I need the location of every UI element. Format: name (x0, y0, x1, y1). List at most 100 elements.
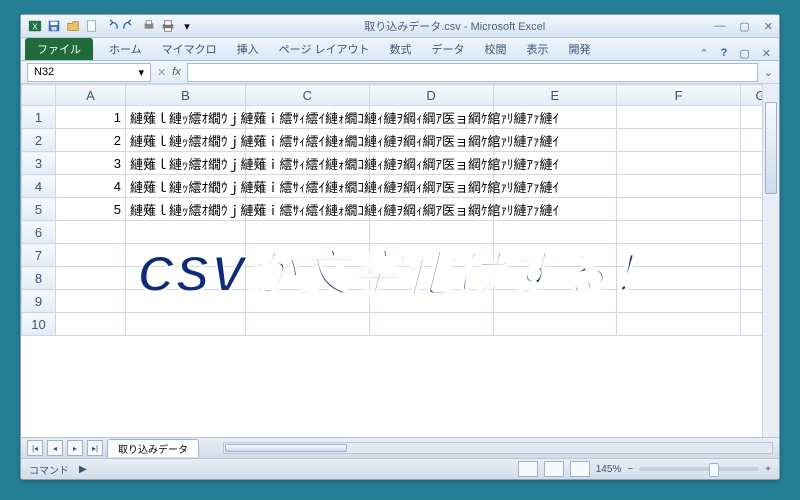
cell[interactable] (56, 221, 126, 244)
zoom-level[interactable]: 145% (596, 464, 622, 475)
scrollbar-thumb[interactable] (225, 444, 347, 452)
row-header[interactable]: 9 (22, 290, 56, 313)
cell[interactable] (493, 221, 617, 244)
vertical-scrollbar[interactable] (762, 84, 779, 437)
cell[interactable] (617, 175, 741, 198)
cell[interactable]: 縺薙ｌ縺ｯ繧ｵ繝ｳｊ縺薙ｉ繧ｻｨ繧ｲ縺ｫ繝ｺ縺ｨ縺ｦ綱ｨ綱ｱ医ョ綱ｹ綰ｧﾘ縺ｱｧ… (126, 129, 246, 152)
print-icon[interactable] (160, 18, 176, 34)
cell[interactable] (56, 290, 126, 313)
cell[interactable] (617, 313, 741, 336)
sheet-nav-last[interactable]: ▸| (87, 440, 103, 456)
normal-view-button[interactable] (518, 461, 538, 477)
row-header[interactable]: 8 (22, 267, 56, 290)
record-macro-icon[interactable]: ▶ (79, 464, 87, 475)
cell[interactable] (126, 290, 246, 313)
cell[interactable] (126, 221, 246, 244)
cell[interactable] (617, 290, 741, 313)
cell[interactable] (617, 221, 741, 244)
cell[interactable] (126, 267, 246, 290)
scrollbar-thumb[interactable] (765, 102, 777, 194)
cell[interactable]: 1 (56, 106, 126, 129)
tab-pagelayout[interactable]: ページ レイアウト (269, 38, 380, 60)
horizontal-scrollbar[interactable] (223, 442, 773, 454)
page-layout-view-button[interactable] (544, 461, 564, 477)
formula-input[interactable] (187, 63, 758, 82)
sheet-nav-prev[interactable]: ◂ (47, 440, 63, 456)
close-button[interactable]: ✕ (764, 20, 773, 33)
sheet-nav-next[interactable]: ▸ (67, 440, 83, 456)
minimize-ribbon-icon[interactable]: ⌃ (699, 47, 708, 60)
col-header[interactable]: A (56, 85, 126, 106)
cell[interactable] (369, 221, 493, 244)
cell[interactable] (617, 244, 741, 267)
cell[interactable] (493, 290, 617, 313)
tab-home[interactable]: ホーム (99, 38, 152, 60)
col-header[interactable]: C (246, 85, 370, 106)
open-icon[interactable] (65, 18, 81, 34)
cell[interactable] (493, 267, 617, 290)
cell[interactable] (617, 267, 741, 290)
cell[interactable] (493, 244, 617, 267)
select-all-corner[interactable] (22, 85, 56, 106)
sheet-nav-first[interactable]: |◂ (27, 440, 43, 456)
col-header[interactable]: B (126, 85, 246, 106)
row-header[interactable]: 1 (22, 106, 56, 129)
grid[interactable]: A B C D E F G 11縺薙ｌ縺ｯ繧ｵ繝ｳｊ縺薙ｉ繧ｻｨ繧ｲ縺ｫ繝ｺ縺ｨ… (21, 84, 779, 336)
tab-data[interactable]: データ (422, 38, 475, 60)
row-header[interactable]: 2 (22, 129, 56, 152)
fx-icon[interactable]: fx (172, 66, 181, 78)
help-icon[interactable]: ? (721, 47, 728, 60)
cell[interactable]: 3 (56, 152, 126, 175)
cell[interactable]: 縺薙ｌ縺ｯ繧ｵ繝ｳｊ縺薙ｉ繧ｻｨ繧ｲ縺ｫ繝ｺ縺ｨ縺ｦ綱ｨ綱ｱ医ョ綱ｹ綰ｧﾘ縺ｱｧ… (126, 152, 246, 175)
cell[interactable]: 縺薙ｌ縺ｯ繧ｵ繝ｳｊ縺薙ｉ繧ｻｨ繧ｲ縺ｫ繝ｺ縺ｨ縺ｦ綱ｨ綱ｱ医ョ綱ｹ綰ｧﾘ縺ｱｧ… (126, 198, 246, 221)
tab-review[interactable]: 校閲 (475, 38, 517, 60)
cancel-icon[interactable]: ✕ (157, 66, 166, 79)
col-header[interactable]: E (493, 85, 617, 106)
cell[interactable] (617, 129, 741, 152)
maximize-button[interactable]: ▢ (739, 20, 749, 33)
zoom-in-button[interactable]: + (765, 464, 771, 475)
cell[interactable] (369, 267, 493, 290)
cell[interactable] (56, 267, 126, 290)
cell[interactable] (369, 290, 493, 313)
col-header[interactable]: D (369, 85, 493, 106)
cell[interactable]: 5 (56, 198, 126, 221)
undo-icon[interactable] (103, 18, 119, 34)
cell[interactable]: 4 (56, 175, 126, 198)
file-tab[interactable]: ファイル (25, 38, 93, 60)
cell[interactable]: 縺薙ｌ縺ｯ繧ｵ繝ｳｊ縺薙ｉ繧ｻｨ繧ｲ縺ｫ繝ｺ縺ｨ縺ｦ綱ｨ綱ｱ医ョ綱ｹ綰ｧﾘ縺ｱｧ… (126, 175, 246, 198)
cell[interactable] (369, 244, 493, 267)
expand-formula-bar-icon[interactable]: ⌄ (764, 66, 773, 79)
cell[interactable] (56, 313, 126, 336)
cell[interactable] (246, 313, 370, 336)
col-header[interactable]: F (617, 85, 741, 106)
row-header[interactable]: 7 (22, 244, 56, 267)
row-header[interactable]: 6 (22, 221, 56, 244)
tab-mymacro[interactable]: マイマクロ (152, 38, 227, 60)
sheet-tab[interactable]: 取り込みデータ (107, 439, 199, 457)
tab-developer[interactable]: 開発 (559, 38, 601, 60)
print-preview-icon[interactable] (141, 18, 157, 34)
row-header[interactable]: 4 (22, 175, 56, 198)
cell[interactable] (246, 221, 370, 244)
cell[interactable]: 2 (56, 129, 126, 152)
cell[interactable] (56, 244, 126, 267)
zoom-slider[interactable] (639, 467, 759, 471)
cell[interactable] (617, 152, 741, 175)
page-break-view-button[interactable] (570, 461, 590, 477)
cell[interactable] (126, 313, 246, 336)
cell[interactable]: 縺薙ｌ縺ｯ繧ｵ繝ｳｊ縺薙ｉ繧ｻｨ繧ｲ縺ｫ繝ｺ縺ｨ縺ｦ綱ｨ綱ｱ医ョ綱ｹ綰ｧﾘ縺ｱｧ… (126, 106, 246, 129)
zoom-out-button[interactable]: − (627, 464, 633, 475)
save-icon[interactable] (46, 18, 62, 34)
redo-icon[interactable] (122, 18, 138, 34)
cell[interactable] (126, 244, 246, 267)
cell[interactable] (246, 244, 370, 267)
close-workbook-button[interactable]: ✕ (762, 47, 771, 60)
cell[interactable] (369, 313, 493, 336)
row-header[interactable]: 3 (22, 152, 56, 175)
row-header[interactable]: 5 (22, 198, 56, 221)
tab-insert[interactable]: 挿入 (227, 38, 269, 60)
cell[interactable] (246, 267, 370, 290)
tab-formulas[interactable]: 数式 (380, 38, 422, 60)
cell[interactable] (246, 290, 370, 313)
